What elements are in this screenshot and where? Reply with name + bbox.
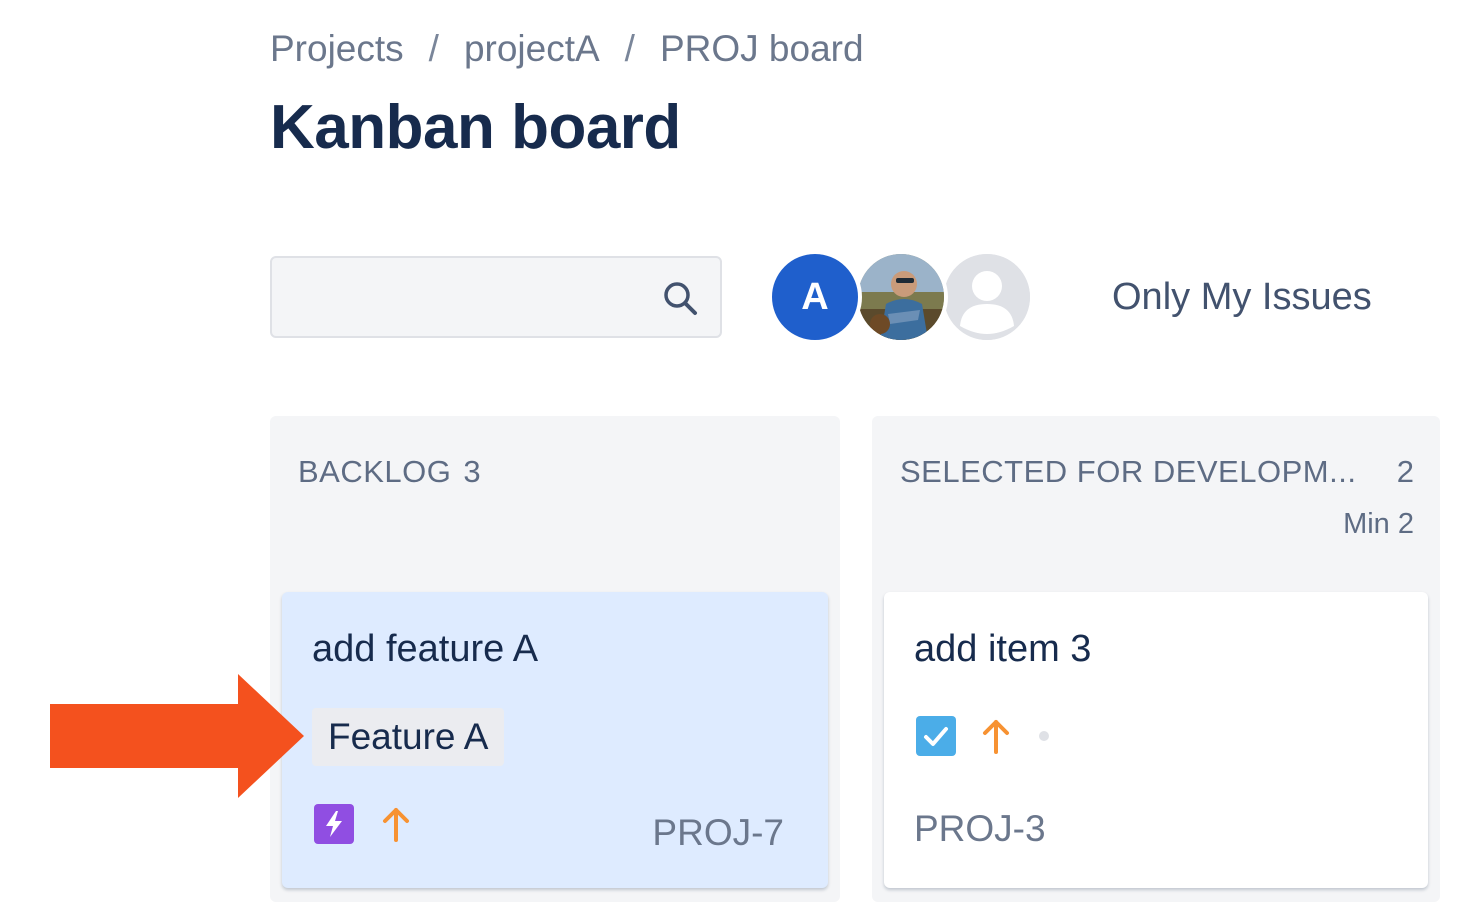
breadcrumb-separator: /	[428, 28, 439, 69]
breadcrumb-separator: /	[624, 28, 635, 69]
search-input[interactable]	[272, 258, 642, 336]
priority-high-arrow-icon	[383, 808, 409, 842]
search-box[interactable]	[270, 256, 722, 338]
avatar-user-default[interactable]	[940, 250, 1034, 344]
issue-key[interactable]: PROJ-3	[914, 808, 1046, 850]
only-my-issues-filter[interactable]: Only My Issues	[1112, 276, 1372, 319]
column-title: SELECTED FOR DEVELOPM...	[900, 454, 1357, 489]
default-user-icon	[944, 254, 1030, 340]
column-header: BACKLOG 3	[298, 454, 481, 490]
column-count: 3	[463, 454, 482, 489]
breadcrumb-board[interactable]: PROJ board	[660, 28, 864, 70]
annotation-arrow-icon	[50, 674, 304, 798]
issue-card[interactable]: add feature A Feature A PROJ-7	[282, 592, 828, 888]
issue-title: add item 3	[914, 628, 1092, 670]
column-backlog: BACKLOG 3 add feature A Feature A PROJ-7	[270, 416, 840, 902]
column-selected-for-development: SELECTED FOR DEVELOPM... 2 Min 2 add ite…	[872, 416, 1440, 902]
status-dot-icon	[1039, 731, 1049, 741]
page-title: Kanban board	[270, 93, 681, 162]
avatar-user-a[interactable]: A	[768, 250, 862, 344]
issue-key[interactable]: PROJ-7	[652, 812, 784, 854]
column-min-constraint: Min 2	[1343, 508, 1414, 540]
priority-high-arrow-icon	[983, 720, 1009, 754]
column-count: 2	[1396, 454, 1414, 489]
avatar-user-photo[interactable]	[854, 250, 948, 344]
breadcrumb-project[interactable]: projectA	[464, 28, 600, 70]
breadcrumb: Projects / projectA / PROJ board	[270, 26, 864, 72]
search-icon[interactable]	[660, 278, 700, 318]
column-header: SELECTED FOR DEVELOPM...	[900, 454, 1356, 490]
issue-card[interactable]: add item 3 PROJ-3	[884, 592, 1428, 888]
story-lightning-icon	[314, 804, 354, 844]
issue-title: add feature A	[312, 628, 539, 670]
epic-label[interactable]: Feature A	[312, 708, 505, 766]
avatar-photo-image	[858, 254, 944, 340]
task-checkbox-icon	[916, 716, 956, 756]
column-title: BACKLOG	[298, 454, 452, 489]
avatar-initial: A	[801, 275, 829, 318]
breadcrumb-projects[interactable]: Projects	[270, 28, 404, 70]
